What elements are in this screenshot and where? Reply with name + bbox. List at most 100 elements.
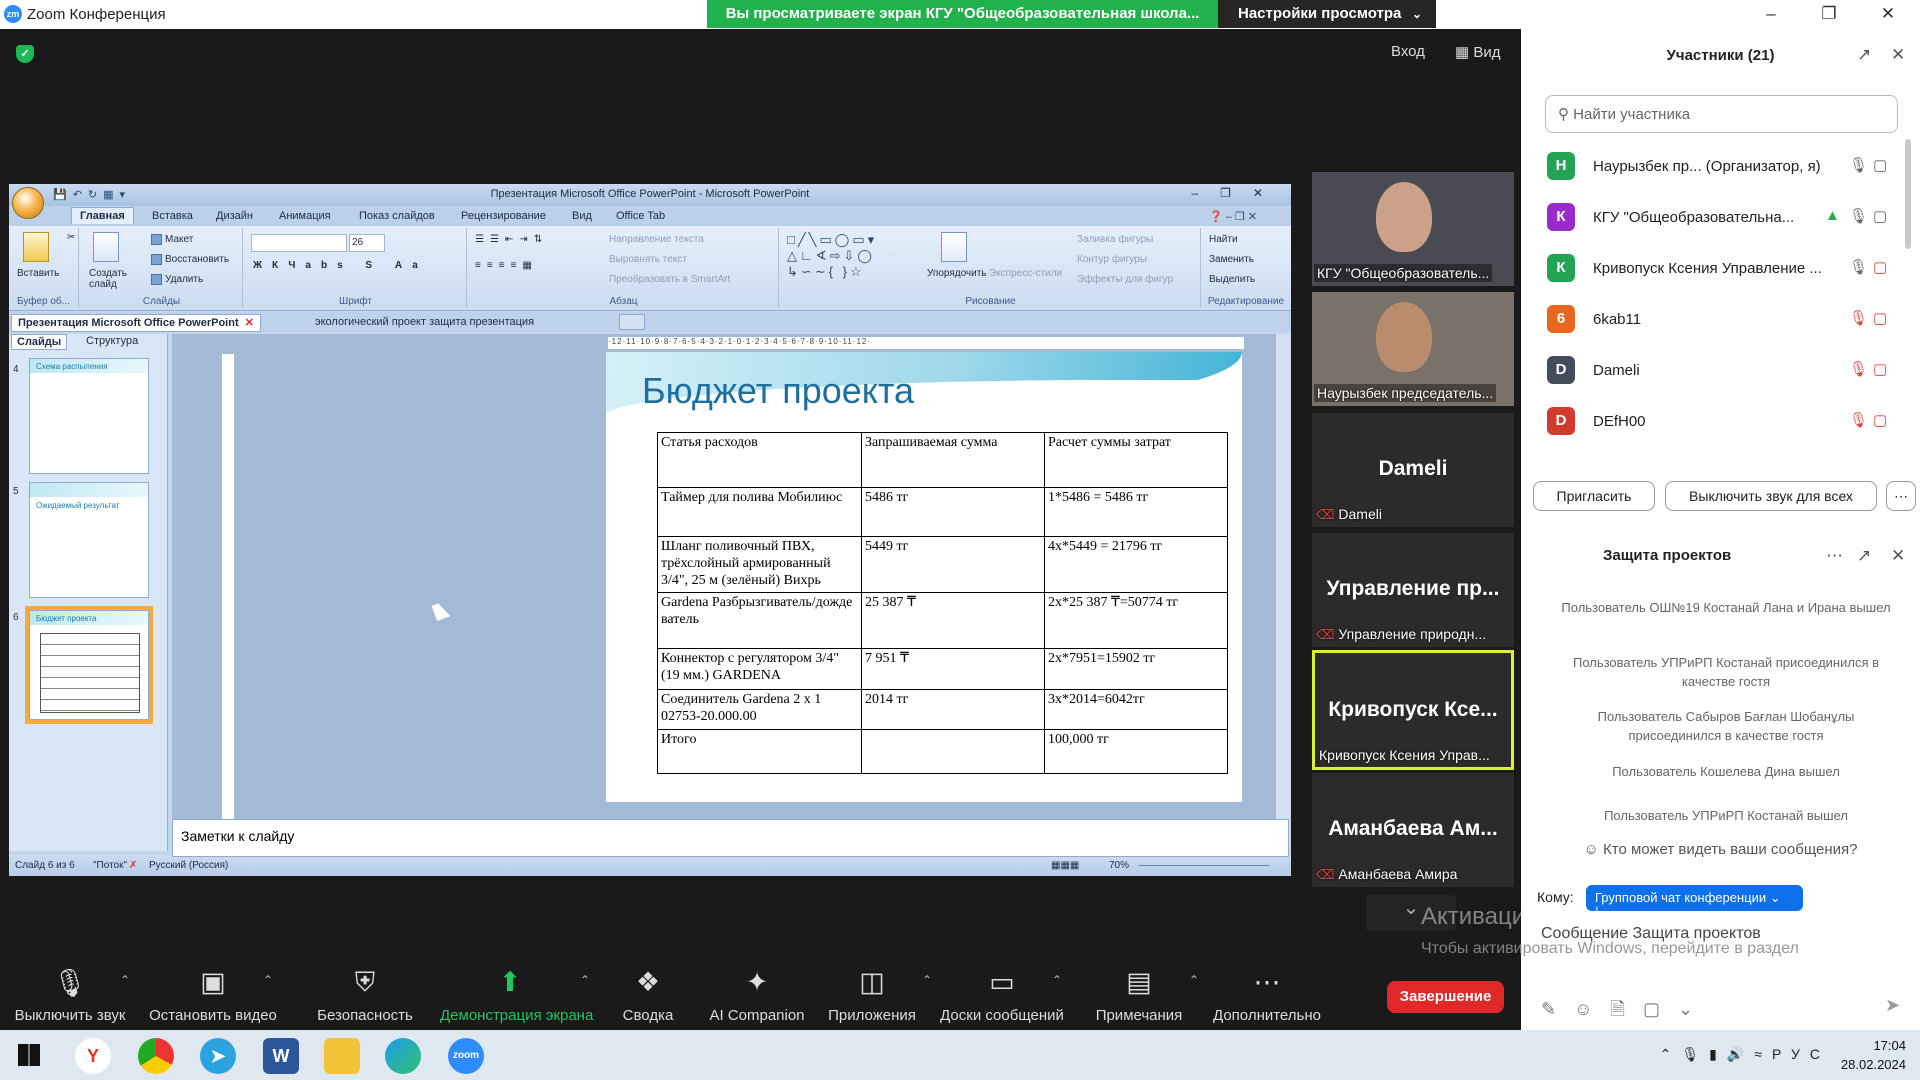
view-buttons[interactable]: ▦▦▦ [1051, 860, 1079, 871]
slide-thumb-4[interactable]: Схема распыления [29, 358, 149, 474]
budget-table[interactable]: Статья расходов Запрашиваемая сумма Расч… [657, 432, 1228, 774]
shapes-gallery[interactable]: □╱╲▭◯▭▾ △∟∢⇨⇩◯ ↳∽∼{ }☆ [787, 232, 877, 280]
participant-row[interactable]: 6 6kab11 🎙 ▢ [1547, 299, 1897, 339]
spellcheck-icon[interactable]: ✗ [129, 860, 137, 871]
ribbon-help-icon[interactable]: ❓ – ❐ ✕ [1209, 210, 1257, 223]
table-cell[interactable]: 2х*25 387 ₸=50774 тг [1044, 592, 1228, 649]
close-tab-icon[interactable]: ✕ [245, 317, 254, 329]
slide-thumb-5[interactable]: Ожидаемый результат [29, 482, 149, 598]
more-button[interactable]: ⋯ Дополнительно [1197, 955, 1337, 1024]
table-cell[interactable]: 25 387 ₸ [861, 592, 1045, 649]
more-options-icon[interactable]: ⋯ [1886, 481, 1916, 511]
slide-notes[interactable]: Заметки к слайду [172, 819, 1289, 857]
close-panel-icon[interactable]: ✕ [1891, 45, 1905, 65]
clock[interactable]: 17:04 28.02.2024 [1841, 1036, 1906, 1074]
tab-outline[interactable]: Структура [81, 334, 143, 348]
chevron-up-icon[interactable]: ⌃ [922, 973, 932, 987]
mic-muted-icon[interactable]: 🎙 [1849, 360, 1868, 378]
restore-icon[interactable]: ❐ [1814, 4, 1844, 24]
table-header[interactable]: Расчет суммы затрат [1044, 432, 1228, 488]
text-direction-button[interactable]: Направление текста [609, 234, 704, 245]
video-tile[interactable]: Аманбаева Ам... ⌫ Аманбаева Амира [1312, 773, 1514, 887]
video-camera-icon[interactable]: ▢ [1873, 156, 1887, 174]
zoom-slider[interactable] [1139, 865, 1269, 866]
table-cell[interactable]: 1*5486 = 5486 тг [1044, 487, 1228, 537]
yandex-browser-icon[interactable]: Y [75, 1038, 111, 1074]
ribbon-tab-design[interactable]: Дизайн [216, 210, 253, 222]
select-button[interactable]: Выделить [1209, 274, 1255, 285]
notes-button[interactable]: ▤ Примечания ⌃ [1069, 955, 1209, 1024]
language-indicator[interactable]: РУС [1772, 1046, 1830, 1062]
microphone-icon[interactable]: 🎙 [1849, 156, 1868, 174]
quick-access-toolbar[interactable]: 💾↶↻▦▾ [53, 188, 131, 201]
paste-button[interactable]: Вставить [17, 268, 59, 279]
chat-popout-icon[interactable]: ↗ [1857, 546, 1871, 566]
chat-close-icon[interactable]: ✕ [1891, 546, 1905, 566]
current-slide[interactable]: Бюджет проекта Статья расходов Запрашива… [606, 352, 1242, 802]
table-cell[interactable]: Gardena Разбрызгиватель/дождеватель [657, 592, 862, 649]
file-icon[interactable]: 🗎 [1610, 999, 1642, 1019]
express-styles-button[interactable]: Экспресс-стили [989, 268, 1062, 279]
participant-search-input[interactable]: ⚲ Найти участника [1545, 95, 1898, 133]
create-slide-button[interactable]: Создать слайд [89, 268, 133, 290]
invite-button[interactable]: Пригласить [1533, 481, 1655, 511]
emoji-icon[interactable]: ☺ [1574, 999, 1610, 1019]
table-cell[interactable]: 7 951 ₸ [861, 648, 1045, 690]
video-tile[interactable]: КГУ "Общеобразователь... [1312, 172, 1514, 286]
file-explorer-icon[interactable] [324, 1038, 360, 1074]
participant-row[interactable]: К Кривопуск Ксения Управление ... 🎙 ▢ [1547, 248, 1897, 288]
ppt-window-controls[interactable]: –❐✕ [1192, 186, 1286, 200]
ribbon-tab-officetab[interactable]: Office Tab [616, 210, 665, 222]
ribbon-tab-insert[interactable]: Вставка [152, 210, 193, 222]
chevron-up-icon[interactable]: ⌃ [263, 973, 273, 987]
video-tile[interactable]: Управление пр... ⌫ Управление природн... [1312, 533, 1514, 647]
video-tile-active-speaker[interactable]: Кривопуск Ксе... Кривопуск Ксения Управ.… [1312, 650, 1514, 770]
shape-outline-button[interactable]: Контур фигуры [1077, 254, 1147, 265]
slide-thumb-6[interactable]: Бюджет проекта [25, 606, 153, 724]
system-tray[interactable]: ⌃🎙▮🔊≈РУС [1660, 1046, 1830, 1063]
mic-muted-icon[interactable]: 🎙 [1849, 309, 1868, 327]
doc-tab-presentation[interactable]: Презентация Microsoft Office PowerPoint ✕ [11, 314, 261, 332]
participant-row[interactable]: D Dameli 🎙 ▢ [1547, 350, 1897, 390]
participants-scrollbar[interactable] [1905, 139, 1911, 249]
table-cell[interactable]: 5449 тг [861, 536, 1045, 593]
windows-start-icon[interactable] [18, 1044, 40, 1066]
table-header[interactable]: Запрашиваемая сумма [861, 432, 1045, 488]
table-cell[interactable]: Соединитель Gardena 2 x 1 02753-20.000.0… [657, 689, 862, 730]
security-button[interactable]: ⛨ Безопасность [295, 955, 435, 1024]
view-settings-button[interactable]: Настройки просмотра ⌄ [1218, 0, 1436, 28]
screenshot-icon[interactable]: ▢ [1643, 999, 1678, 1019]
table-cell[interactable]: 2х*7951=15902 тг [1044, 648, 1228, 690]
mic-muted-icon[interactable]: 🎙 [1849, 411, 1868, 429]
chrome-icon[interactable] [138, 1038, 174, 1074]
table-cell[interactable]: 5486 тг [861, 487, 1045, 537]
shape-fill-button[interactable]: Заливка фигуры [1077, 234, 1153, 245]
table-cell[interactable]: 3х*2014=6042тг [1044, 689, 1228, 730]
office-button-icon[interactable] [12, 187, 44, 219]
tab-slides[interactable]: Слайды [11, 334, 68, 350]
stop-video-button[interactable]: ▣ Остановить видео ⌃ [143, 955, 283, 1024]
video-off-icon[interactable]: ▢ [1873, 360, 1887, 378]
align-buttons[interactable]: ≡≡≡≡▦ [475, 260, 538, 271]
table-cell[interactable]: Итого [657, 729, 862, 774]
arrange-button[interactable]: Упорядочить [927, 268, 987, 279]
end-meeting-button[interactable]: Завершение [1387, 981, 1504, 1013]
table-cell[interactable]: Таймер для полива Мобилиюс [657, 487, 862, 537]
video-tile[interactable]: Dameli ⌫ Dameli [1312, 413, 1514, 527]
font-size-select[interactable]: 26 [349, 234, 385, 252]
ribbon-tab-home[interactable]: Главная [71, 207, 134, 224]
font-style-buttons[interactable]: ЖКЧabs S Аа [253, 260, 428, 271]
restore-button[interactable]: Восстановить [151, 254, 229, 265]
video-off-icon[interactable]: ▢ [1873, 258, 1887, 276]
enter-button[interactable]: Вход [1391, 43, 1425, 60]
video-off-icon[interactable]: ▢ [1873, 411, 1887, 429]
cut-icon[interactable]: ✂ [67, 232, 75, 243]
slide-title[interactable]: Бюджет проекта [642, 370, 914, 412]
send-icon[interactable]: ➤ [1885, 995, 1900, 1016]
table-cell[interactable]: 4х*5449 = 21796 тг [1044, 536, 1228, 593]
close-icon[interactable]: ✕ [1873, 4, 1903, 24]
encryption-shield-icon[interactable]: ✓ [16, 45, 34, 63]
popout-icon[interactable]: ↗ [1857, 45, 1871, 65]
delete-slide-button[interactable]: Удалить [151, 274, 203, 285]
word-icon[interactable]: W [263, 1038, 299, 1074]
